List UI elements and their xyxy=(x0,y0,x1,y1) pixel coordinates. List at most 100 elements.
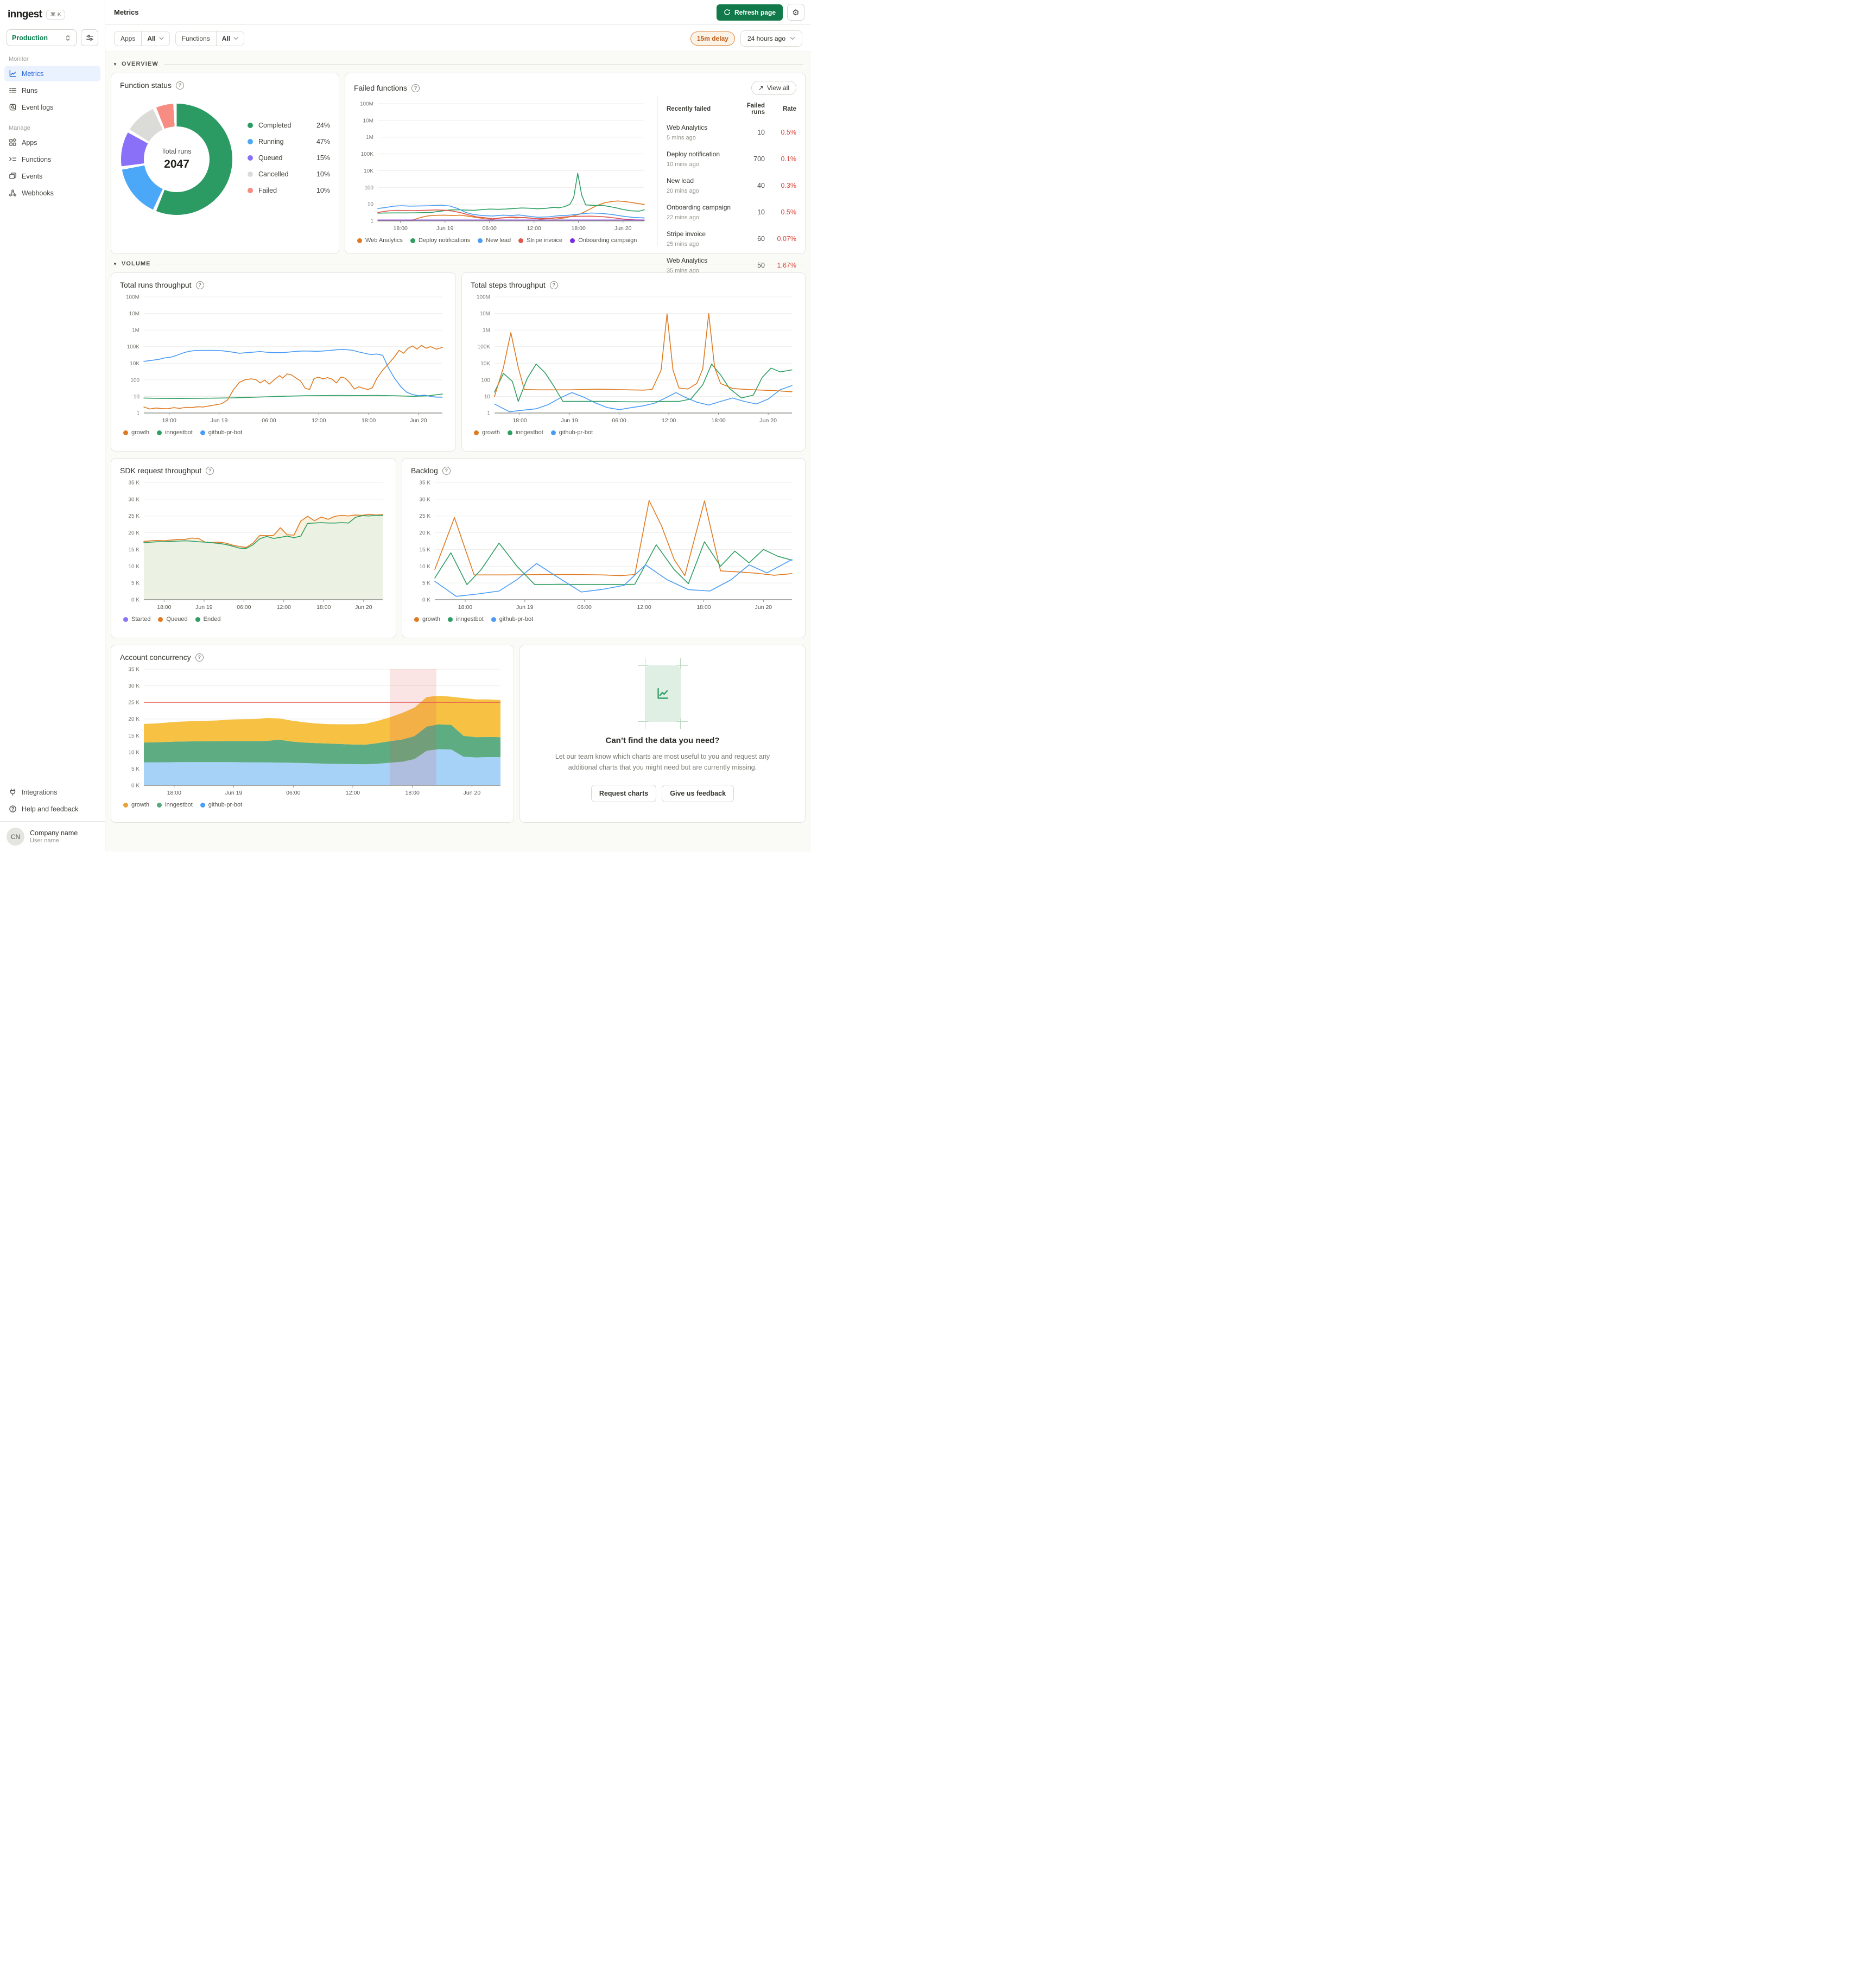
environment-filter-button[interactable] xyxy=(81,29,98,46)
svg-text:Jun 19: Jun 19 xyxy=(225,790,243,796)
help-icon[interactable]: ? xyxy=(411,84,420,92)
svg-text:Jun 20: Jun 20 xyxy=(464,790,481,796)
backlog-title: Backlog xyxy=(411,466,438,475)
settings-button[interactable]: ⚙ xyxy=(787,4,804,21)
table-header: Rate xyxy=(783,106,796,112)
collapse-triangle-icon: ▼ xyxy=(113,261,117,266)
svg-text:5 K: 5 K xyxy=(422,581,430,587)
svg-text:0 K: 0 K xyxy=(131,783,140,789)
failed-functions-chart[interactable]: 100M 10M 1M 100K 10K 100 10 1 18:00 Jun 19 06:00 12… xyxy=(354,98,650,235)
help-icon[interactable]: ? xyxy=(195,281,204,289)
sidebar-item-metrics[interactable]: Metrics xyxy=(4,66,100,81)
svg-text:Jun 19: Jun 19 xyxy=(195,604,213,611)
legend-label: github-pr-bot xyxy=(208,429,243,436)
sidebar-item-label: Apps xyxy=(22,138,37,147)
section-divider xyxy=(163,63,803,65)
svg-text:18:00: 18:00 xyxy=(405,790,420,796)
svg-text:0 K: 0 K xyxy=(131,598,140,604)
events-windows-icon xyxy=(9,173,16,179)
legend-item: New lead xyxy=(478,237,511,244)
legend-label: github-pr-bot xyxy=(499,616,534,623)
nav-footer: Integrations Help and feedback xyxy=(0,784,105,817)
legend-item: growth xyxy=(474,429,500,436)
sidebar-item-runs[interactable]: Runs xyxy=(4,82,100,98)
svg-text:10K: 10K xyxy=(130,361,140,367)
command-k-shortcut[interactable]: ⌘ K xyxy=(46,10,65,20)
legend-dot xyxy=(570,238,575,243)
feedback-icon-box xyxy=(637,658,688,729)
table-row[interactable]: Stripe invoice 25 mins ago xyxy=(667,229,731,249)
failed-runs-value: 50 xyxy=(757,262,765,269)
sidebar-item-integrations[interactable]: Integrations xyxy=(4,784,100,800)
table-row[interactable]: Deploy notification 10 mins ago xyxy=(667,149,731,169)
give-feedback-button[interactable]: Give us feedback xyxy=(662,784,734,802)
webhook-icon xyxy=(9,189,17,196)
sidebar-item-label: Functions xyxy=(22,155,52,163)
legend-label: Web Analytics xyxy=(365,237,403,244)
legend-dot xyxy=(158,617,163,622)
functions-filter-label: Functions xyxy=(176,31,217,46)
table-row[interactable]: Web Analytics 5 mins ago xyxy=(667,123,731,142)
apps-filter-value: All xyxy=(147,34,156,42)
sidebar-item-webhooks[interactable]: Webhooks xyxy=(4,185,100,201)
legend-dot xyxy=(248,138,253,144)
view-all-button[interactable]: ↗ View all xyxy=(751,81,796,95)
svg-text:20 K: 20 K xyxy=(419,530,430,536)
svg-text:25 K: 25 K xyxy=(128,513,140,519)
legend-label: inngestbot xyxy=(456,616,484,623)
legend-item: growth xyxy=(414,616,440,623)
apps-filter-dropdown[interactable]: All xyxy=(142,31,169,46)
svg-text:1M: 1M xyxy=(132,328,140,334)
backlog-chart[interactable]: 35 K 30 K 25 K 20 K 15 K 10 K 5 K 0 K 18:00 Jun 1… xyxy=(411,477,797,614)
legend-item: inngestbot xyxy=(448,616,484,623)
request-charts-button[interactable]: Request charts xyxy=(591,784,657,802)
help-icon[interactable]: ? xyxy=(175,81,184,90)
sidebar-item-apps[interactable]: Apps xyxy=(4,135,100,150)
apps-filter: Apps All xyxy=(114,30,170,46)
function-status-donut[interactable]: Total runs 2047 xyxy=(121,104,232,215)
table-row[interactable]: Onboarding campaign 22 mins ago xyxy=(667,202,731,222)
svg-text:06:00: 06:00 xyxy=(237,604,251,611)
help-icon[interactable]: ? xyxy=(442,466,451,475)
functions-filter-dropdown[interactable]: All xyxy=(217,31,244,46)
avatar: CN xyxy=(7,828,24,846)
legend-item: Web Analytics xyxy=(357,237,403,244)
table-row[interactable]: New lead 20 mins ago xyxy=(667,176,731,195)
time-range-value: 24 hours ago xyxy=(747,34,785,42)
sidebar-item-help-and-feedback[interactable]: Help and feedback xyxy=(4,801,100,817)
account-menu[interactable]: CN Company name User name xyxy=(0,821,105,852)
sdk-request-chart[interactable]: 35 K 30 K 25 K 20 K 15 K 10 K 5 K 0 K 18:00 Jun 1… xyxy=(120,477,388,614)
svg-text:Jun 19: Jun 19 xyxy=(516,604,534,611)
total-runs-legend: growth inngestbot github-pr-bot xyxy=(120,429,447,436)
time-range-dropdown[interactable]: 24 hours ago xyxy=(740,30,802,47)
feedback-title: Can’t find the data you need? xyxy=(605,736,720,746)
total-steps-chart[interactable]: 100M 10M 1M 100K 10K 100 10 1 18:00 Jun 19 06:00 12… xyxy=(471,291,797,427)
legend-item: Queued xyxy=(158,616,188,623)
svg-text:06:00: 06:00 xyxy=(483,225,497,232)
sidebar-item-event-logs[interactable]: Event logs xyxy=(4,99,100,115)
function-status-title: Function status xyxy=(120,81,172,90)
failed-runs-value: 10 xyxy=(757,129,765,136)
legend-value: 24% xyxy=(316,121,330,129)
legend-label: Ended xyxy=(203,616,221,623)
help-icon[interactable]: ? xyxy=(549,281,558,289)
failed-functions-title: Failed functions xyxy=(354,84,408,92)
svg-text:30 K: 30 K xyxy=(128,497,140,503)
total-runs-chart[interactable]: 100M 10M 1M 100K 10K 100 10 1 18:00 Jun 19 06:00 12… xyxy=(120,291,448,427)
svg-text:25 K: 25 K xyxy=(128,700,140,706)
help-icon[interactable]: ? xyxy=(206,466,214,475)
account-concurrency-chart[interactable]: 35 K 30 K 25 K 20 K 15 K 10 K 5 K 0 K 18:00 Jun 1… xyxy=(120,664,506,799)
svg-text:Jun 20: Jun 20 xyxy=(410,417,427,424)
legend-label: Started xyxy=(131,616,151,623)
filter-bar: Apps All Functions All 15m delay 24 hour… xyxy=(105,25,811,52)
refresh-page-button[interactable]: Refresh page xyxy=(716,4,783,21)
help-icon[interactable]: ? xyxy=(195,653,204,662)
sidebar-item-label: Metrics xyxy=(22,69,44,78)
failed-runs-value: 700 xyxy=(753,155,765,163)
sidebar-item-events[interactable]: Events xyxy=(4,168,100,184)
environment-selector[interactable]: Production xyxy=(7,29,77,46)
overview-section-header[interactable]: ▼ OVERVIEW xyxy=(113,61,803,67)
sidebar-item-label: Events xyxy=(22,172,43,180)
sidebar-item-functions[interactable]: Functions xyxy=(4,151,100,167)
overview-row: Function status ? Total runs 2047 Comple… xyxy=(111,73,806,274)
